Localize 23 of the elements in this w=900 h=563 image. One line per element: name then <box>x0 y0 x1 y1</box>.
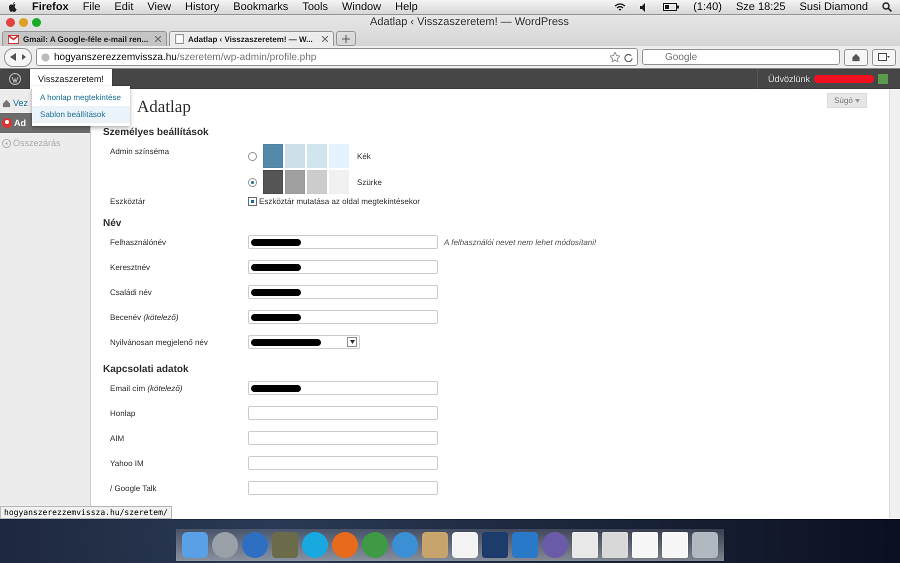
field-label: Nyilvánosan megjelenő név <box>110 337 209 347</box>
field-label: Honlap <box>110 408 136 418</box>
field-label: Yahoo IM <box>110 458 145 468</box>
field-label: Felhasználónév <box>110 237 168 247</box>
section-title: Személyes beállítások <box>103 127 210 138</box>
greeting-text: Üdvözlünk <box>768 74 810 84</box>
field-label: / Google Talk <box>110 483 158 493</box>
field-label: Becenév (kötelező) <box>110 312 180 322</box>
page-title: Adatlap <box>137 97 191 117</box>
field-label: AIM <box>110 433 126 443</box>
checkbox-label: Eszköztár mutatása az oldal megtekintésekor <box>259 197 420 206</box>
field-label: Email cím (kötelező) <box>110 383 184 393</box>
scheme-label: Kék <box>357 152 371 160</box>
scheme-label: Szürke <box>357 178 382 186</box>
field-label: Családi név <box>110 287 153 297</box>
window-title: Adatlap ‹ Visszaszeretem! — WordPress <box>369 16 570 28</box>
field-note: A felhasználói nevet nem lehet módosítani! <box>444 237 596 247</box>
field-label: Eszköztár <box>110 196 146 206</box>
battery-time: (1:40) <box>693 1 722 13</box>
field-label: Keresztnév <box>110 262 152 272</box>
field-label: Admin színséma <box>110 146 170 156</box>
section-title: Kapcsolati adatok <box>103 364 190 375</box>
section-title: Név <box>103 218 122 229</box>
